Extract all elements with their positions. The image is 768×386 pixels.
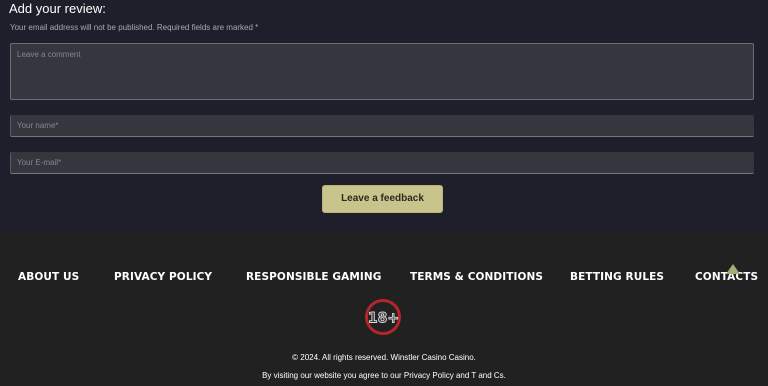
nav-privacy-policy[interactable]: PRIVACY POLICY [114, 271, 212, 283]
age-restriction-badge: 18+ [365, 299, 401, 335]
review-title: Add your review: [9, 1, 106, 16]
nav-betting-rules[interactable]: BETTING RULES [570, 271, 664, 283]
nav-responsible-gaming[interactable]: RESPONSIBLE GAMING [246, 271, 382, 283]
name-field[interactable] [10, 115, 754, 137]
scroll-to-top-icon[interactable] [726, 264, 740, 274]
email-field[interactable] [10, 152, 754, 174]
footer-nav: ABOUT US PRIVACY POLICY RESPONSIBLE GAMI… [0, 271, 768, 287]
nav-about-us[interactable]: ABOUT US [18, 271, 79, 283]
copyright-text: © 2024. All rights reserved. Winstler Ca… [292, 353, 476, 362]
nav-terms-conditions[interactable]: TERMS & CONDITIONS [410, 271, 543, 283]
leave-feedback-button[interactable]: Leave a feedback [322, 185, 443, 213]
agreement-text: By visiting our website you agree to our… [262, 371, 506, 380]
comment-field[interactable] [10, 43, 754, 100]
age-badge-label: 18+ [368, 311, 399, 327]
review-section: Add your review: Your email address will… [0, 0, 768, 232]
review-note: Your email address will not be published… [10, 23, 259, 32]
